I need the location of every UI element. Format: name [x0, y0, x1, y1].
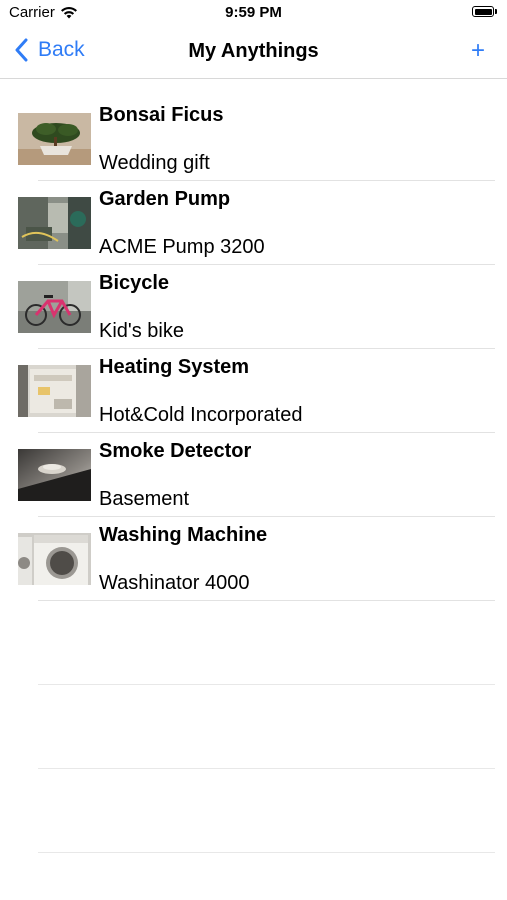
washing-machine-photo-icon — [18, 533, 91, 585]
heating-system-photo-icon — [18, 365, 91, 417]
garden-pump-photo-icon — [18, 197, 91, 249]
list-item[interactable]: Smoke Detector Basement — [0, 433, 507, 517]
status-bar: Carrier 9:59 PM — [0, 0, 507, 28]
bonsai-photo-icon — [18, 113, 91, 165]
item-subtitle: Kid's bike — [99, 320, 184, 342]
page-title: My Anythings — [188, 40, 319, 62]
smoke-detector-photo-icon — [18, 449, 91, 501]
list-item[interactable]: Garden Pump ACME Pump 3200 — [0, 181, 507, 265]
empty-row-divider — [38, 684, 495, 685]
list-item[interactable]: Bonsai Ficus Wedding gift — [0, 97, 507, 181]
item-title: Bicycle — [99, 272, 170, 294]
item-title: Garden Pump — [99, 188, 231, 210]
row-divider — [38, 600, 495, 601]
navigation-bar: Back My Anythings + — [0, 28, 507, 79]
item-subtitle: ACME Pump 3200 — [99, 236, 265, 258]
list-item[interactable]: Heating System Hot&Cold Incorporated — [0, 349, 507, 433]
item-title: Washing Machine — [99, 524, 268, 546]
status-time: 9:59 PM — [225, 4, 282, 21]
battery-icon — [472, 6, 497, 18]
item-title: Smoke Detector — [99, 440, 252, 462]
item-subtitle: Hot&Cold Incorporated — [99, 404, 303, 426]
empty-row-divider — [38, 768, 495, 769]
list-item[interactable]: Washing Machine Washinator 4000 — [0, 517, 507, 601]
empty-row-divider — [38, 852, 495, 853]
add-button[interactable]: + — [471, 37, 485, 65]
item-title: Bonsai Ficus — [99, 104, 224, 126]
item-subtitle: Washinator 4000 — [99, 572, 250, 594]
item-title: Heating System — [99, 356, 250, 378]
bicycle-photo-icon — [18, 281, 91, 333]
list-item[interactable]: Bicycle Kid's bike — [0, 265, 507, 349]
items-list: Bonsai Ficus Wedding gift Garden Pump AC… — [0, 97, 507, 601]
item-subtitle: Basement — [99, 488, 190, 510]
item-subtitle: Wedding gift — [99, 152, 210, 174]
